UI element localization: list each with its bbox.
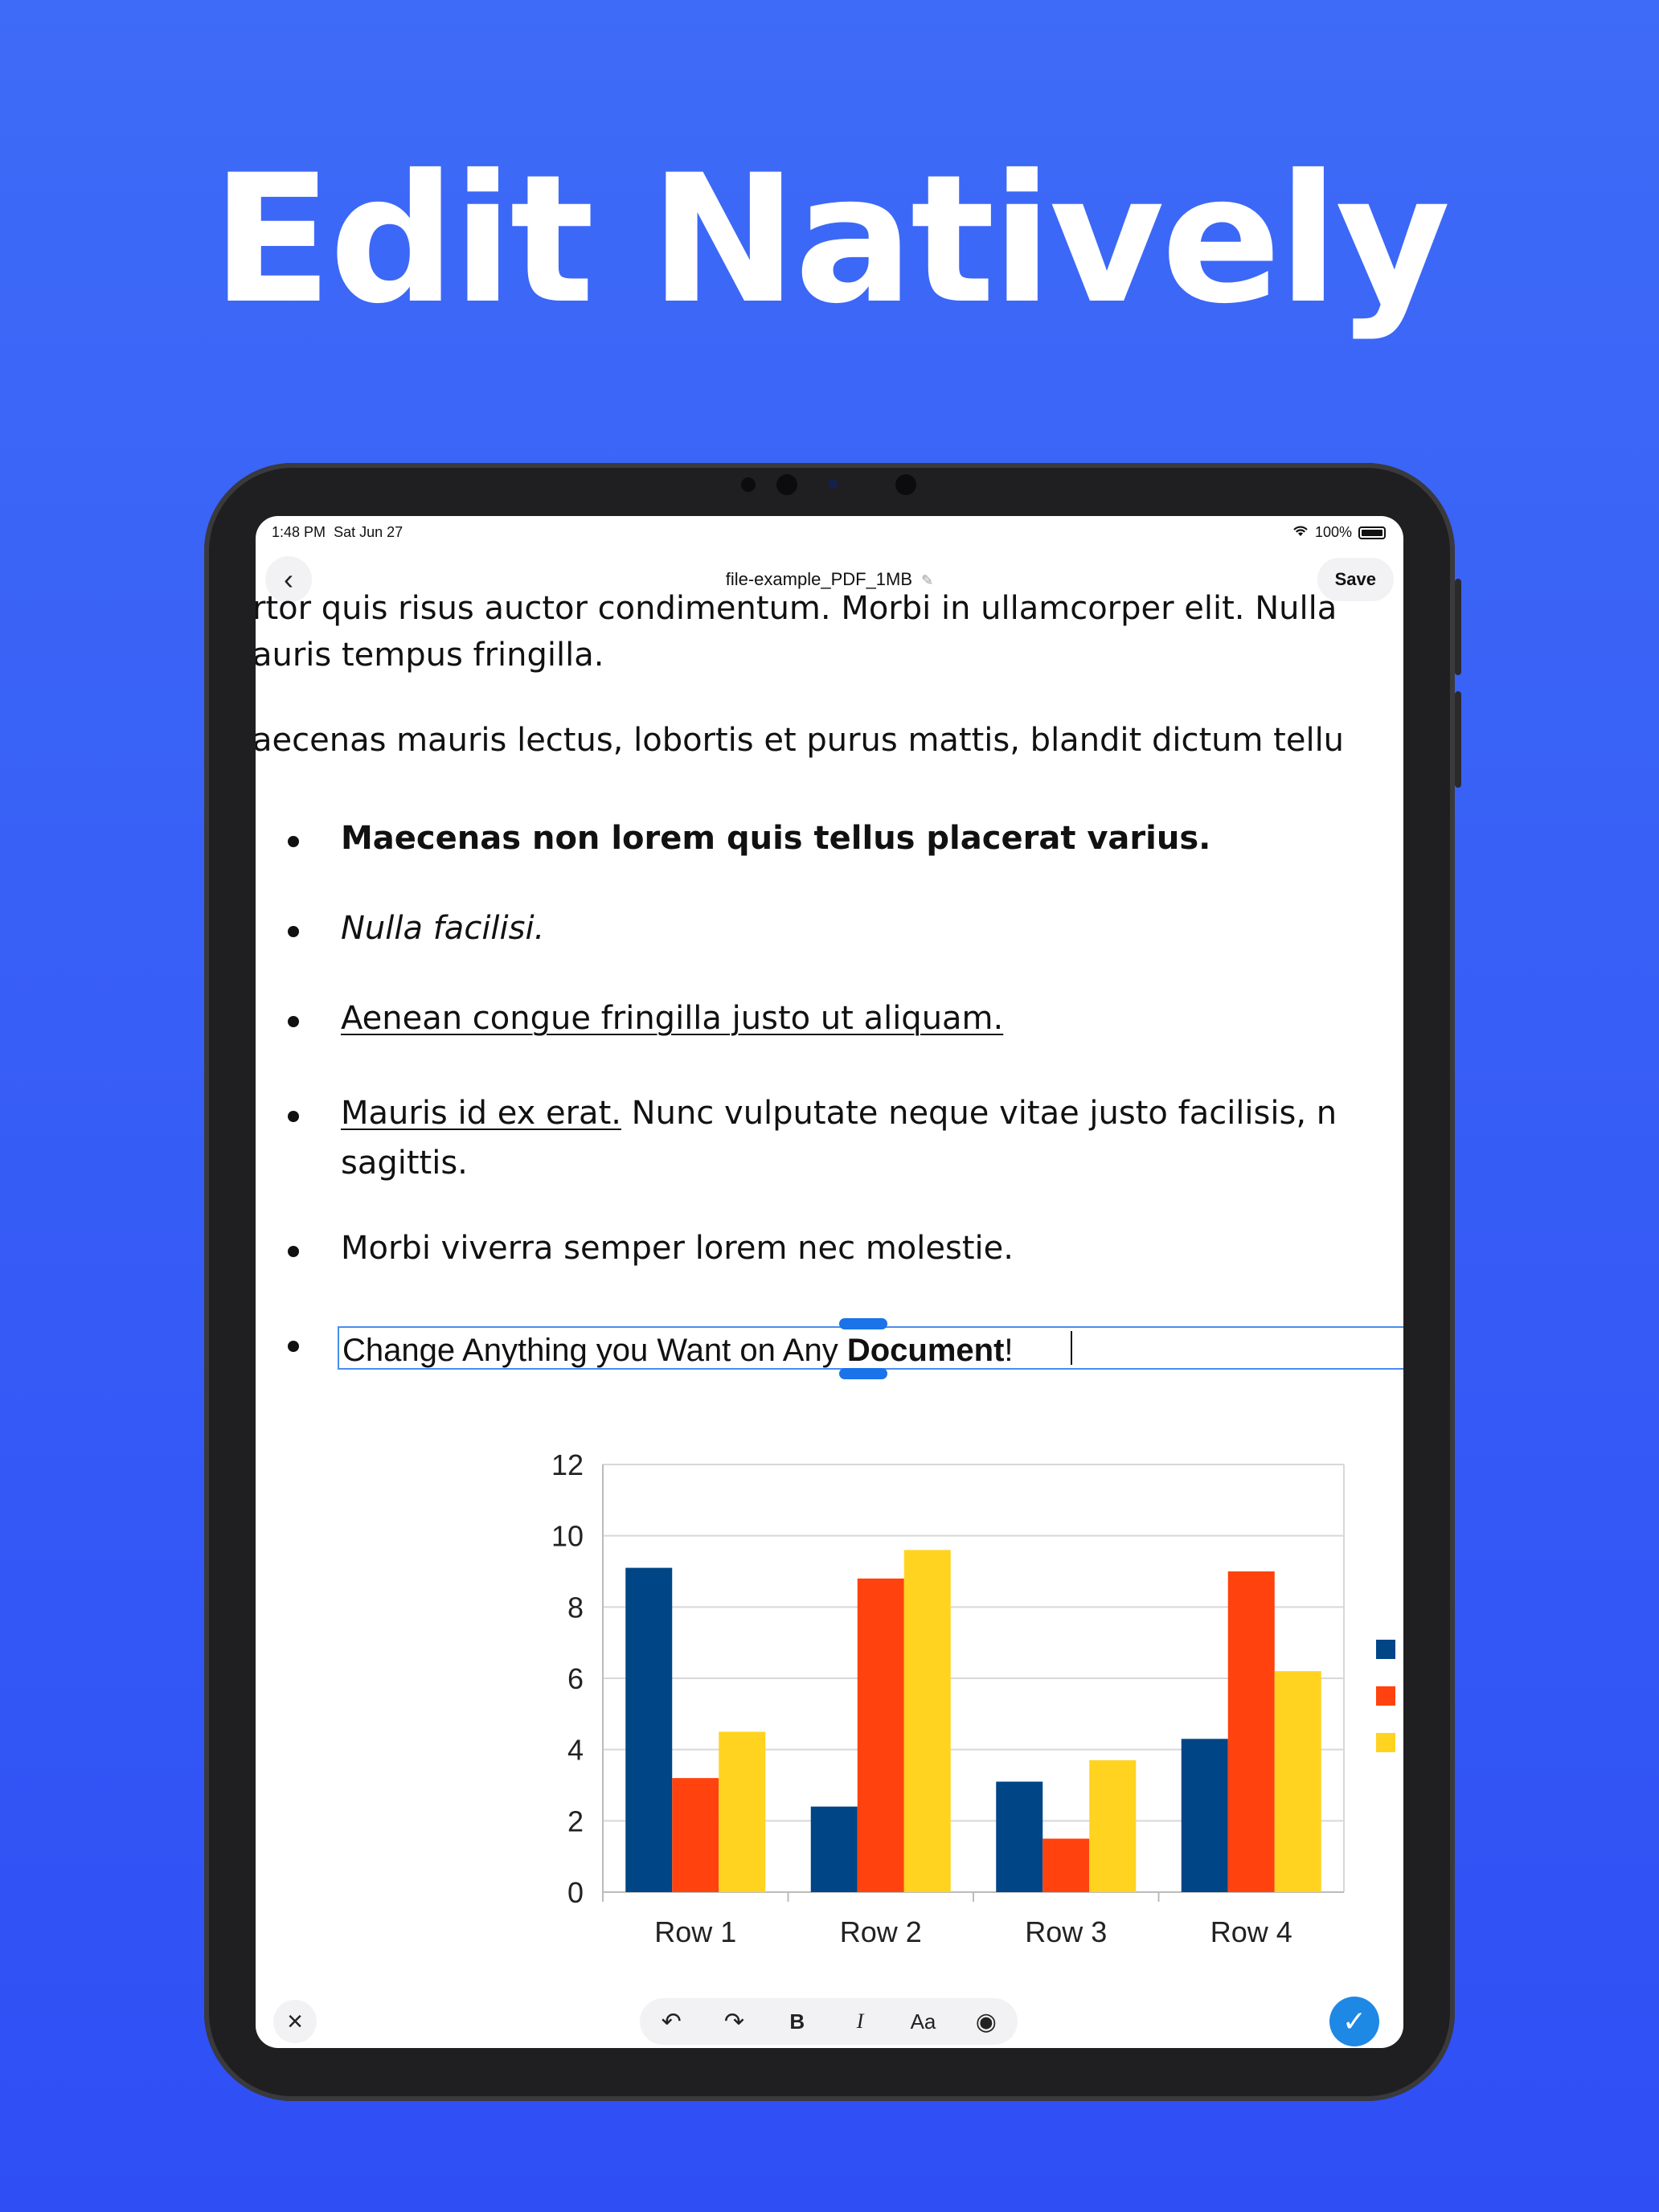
bar xyxy=(1043,1838,1090,1892)
y-tick-label: 8 xyxy=(567,1591,584,1624)
palette-icon[interactable]: ◉ xyxy=(962,2008,1010,2036)
font-size-button[interactable]: Aa xyxy=(899,2009,947,2034)
format-toolbar: ↶ ↷ B I Aa ◉ xyxy=(640,1998,1018,2045)
camera-icon xyxy=(741,477,756,492)
close-button[interactable]: × xyxy=(273,2000,317,2043)
bar xyxy=(625,1567,673,1892)
italic-button[interactable]: I xyxy=(836,2009,884,2034)
camera-icon xyxy=(828,479,838,489)
undo-icon[interactable]: ↶ xyxy=(647,2008,695,2036)
bar xyxy=(1089,1759,1137,1892)
camera-icon xyxy=(895,474,916,495)
close-icon: × xyxy=(287,2005,303,2037)
y-tick-label: 4 xyxy=(567,1734,584,1767)
done-button[interactable]: ✓ xyxy=(1329,1997,1379,2046)
y-tick-label: 10 xyxy=(551,1520,584,1553)
legend-swatch xyxy=(1376,1640,1395,1659)
bar xyxy=(1181,1739,1228,1892)
y-tick-label: 0 xyxy=(567,1876,584,1909)
bar xyxy=(996,1781,1043,1892)
bold-button[interactable]: B xyxy=(773,2009,821,2034)
bar xyxy=(719,1731,766,1892)
headline: Edit Natively xyxy=(211,137,1451,342)
bar-chart: 0 2 4 6 8 10 12 Row 1 Row 2 Row 3 Row 4 xyxy=(551,1448,1395,1948)
x-tick-label: Row 3 xyxy=(1025,1915,1107,1948)
legend-swatch xyxy=(1376,1733,1395,1752)
bar xyxy=(810,1806,858,1892)
legend-swatch xyxy=(1376,1686,1395,1706)
bar xyxy=(857,1578,904,1892)
bar xyxy=(1274,1671,1321,1892)
checkmark-icon: ✓ xyxy=(1342,2005,1367,2038)
volume-button xyxy=(1455,579,1461,675)
x-tick-label: Row 2 xyxy=(840,1915,922,1948)
volume-button xyxy=(1455,691,1461,788)
bar xyxy=(1227,1571,1275,1892)
y-tick-label: 2 xyxy=(567,1804,584,1837)
y-tick-label: 12 xyxy=(551,1448,584,1481)
bar xyxy=(672,1778,719,1892)
x-tick-label: Row 1 xyxy=(654,1915,736,1948)
document-content: rtor quis risus auctor condimentum. Morb… xyxy=(256,516,1403,2048)
redo-icon[interactable]: ↷ xyxy=(710,2008,758,2036)
app-screen: 1:48 PM Sat Jun 27 100% ‹ file-example_P… xyxy=(256,516,1403,2048)
x-tick-label: Row 4 xyxy=(1210,1915,1292,1948)
bar xyxy=(903,1550,951,1892)
y-tick-label: 6 xyxy=(567,1662,584,1695)
camera-icon xyxy=(776,474,797,495)
